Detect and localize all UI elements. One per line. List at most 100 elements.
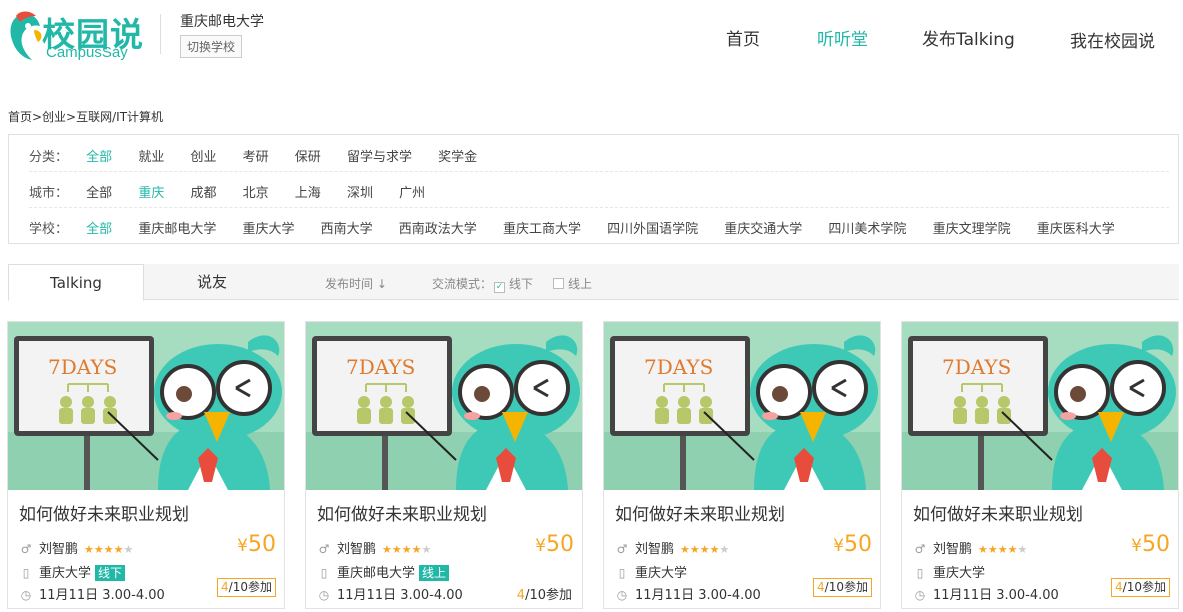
- star-icon: ★: [987, 543, 998, 556]
- filter-school-option[interactable]: 四川外国语学院: [607, 218, 698, 237]
- card-time-row: ◷ 11月11日 3.00-4.00: [913, 584, 1059, 603]
- online-checkbox[interactable]: 线上: [553, 275, 592, 292]
- card-school-row: ▯ 重庆大学 线下: [19, 562, 126, 581]
- tab-talking[interactable]: Talking: [8, 264, 144, 301]
- card-time: 11月11日 3.00-4.00: [337, 588, 463, 603]
- nav-my-campussay[interactable]: 我在校园说: [1070, 27, 1155, 52]
- card-price: ¥50: [833, 532, 872, 557]
- filter-category-option[interactable]: 保研: [295, 146, 321, 165]
- filter-school-option[interactable]: 重庆文理学院: [933, 218, 1011, 237]
- join-total: /10参加: [824, 580, 868, 594]
- star-icon: ★: [401, 543, 412, 556]
- filter-panel: 分类： 全部 就业 创业 考研 保研 留学与求学 奖学金 城市： 全部 重庆 成…: [8, 134, 1179, 244]
- card-title[interactable]: 如何做好未来职业规划: [615, 500, 785, 525]
- card-title[interactable]: 如何做好未来职业规划: [317, 500, 487, 525]
- join-count: 4/10参加: [1111, 578, 1170, 597]
- nav-listen-hall[interactable]: 听听堂: [817, 25, 868, 50]
- star-icon: ★: [709, 543, 720, 556]
- breadcrumb[interactable]: 首页>创业>互联网/IT计算机: [8, 108, 163, 125]
- nav-home[interactable]: 首页: [726, 25, 760, 50]
- online-label: 线上: [568, 277, 593, 291]
- clock-icon: ◷: [914, 588, 926, 602]
- offline-checkbox[interactable]: ✓ 线下: [494, 275, 533, 293]
- filter-school-label: 学校：: [29, 222, 69, 237]
- star-icon: ★: [84, 543, 94, 556]
- filter-category-option[interactable]: 奖学金: [438, 146, 477, 165]
- card-price: ¥50: [237, 532, 276, 557]
- filter-school-option[interactable]: 重庆医科大学: [1037, 218, 1115, 237]
- card-school: 重庆大学: [39, 566, 92, 581]
- currency-symbol: ¥: [833, 536, 844, 556]
- parrot-teacher-illustration: 7DAYS: [306, 322, 582, 490]
- filter-category-option[interactable]: 考研: [243, 146, 269, 165]
- filter-school-option[interactable]: 西南政法大学: [399, 218, 477, 237]
- card-school: 重庆邮电大学: [337, 566, 416, 581]
- talking-card[interactable]: 7DAYS 如何做好未来职业规划 ♂ 刘智鹏 ★★★★★: [603, 321, 881, 609]
- talking-card[interactable]: 7DAYS 如何做好未来职业规划 ♂ 刘智鹏 ★★★★★: [305, 321, 583, 609]
- star-icon: ★: [978, 543, 988, 556]
- filter-school-option[interactable]: 重庆交通大学: [724, 218, 802, 237]
- filter-school-option[interactable]: 西南大学: [321, 218, 373, 237]
- filter-city-option[interactable]: 成都: [190, 182, 216, 201]
- filter-school-option[interactable]: 全部: [86, 218, 112, 237]
- price-value: 50: [1142, 532, 1170, 557]
- join-total: /10参加: [525, 588, 572, 603]
- clock-icon: ◷: [20, 588, 32, 602]
- card-time-row: ◷ 11月11日 3.00-4.00: [317, 584, 463, 603]
- nav-publish-talking[interactable]: 发布Talking: [922, 25, 1015, 50]
- talking-card[interactable]: 7DAYS 如何做好未来职业规划 ♂ 刘智鹏 ★★★★★: [7, 321, 285, 609]
- current-school: 重庆邮电大学: [180, 14, 264, 30]
- card-author-row: ♂ 刘智鹏 ★★★★★: [19, 538, 134, 557]
- clock-icon: ◷: [318, 588, 330, 602]
- rating-stars: ★★★★★: [382, 543, 431, 556]
- filter-city-row: 城市： 全部 重庆 成都 北京 上海 深圳 广州: [29, 182, 447, 202]
- star-icon: ★: [123, 543, 134, 556]
- card-author[interactable]: 刘智鹏: [635, 542, 674, 557]
- filter-city-option[interactable]: 北京: [243, 182, 269, 201]
- card-author-row: ♂ 刘智鹏 ★★★★★: [615, 538, 730, 557]
- filter-school-option[interactable]: 重庆大学: [242, 218, 294, 237]
- card-price: ¥50: [535, 532, 574, 557]
- switch-school-button[interactable]: 切换学校: [180, 35, 243, 58]
- join-total: /10参加: [1122, 580, 1166, 594]
- card-author[interactable]: 刘智鹏: [39, 542, 78, 557]
- male-icon: ♂: [318, 542, 330, 556]
- tab-friends[interactable]: 说友: [144, 264, 280, 301]
- sort-by-time[interactable]: 发布时间 ↓: [325, 275, 387, 292]
- filter-city-option[interactable]: 上海: [295, 182, 321, 201]
- star-icon: ★: [680, 543, 690, 556]
- filter-city-option[interactable]: 深圳: [347, 182, 373, 201]
- filter-city-option[interactable]: 全部: [86, 182, 112, 201]
- filter-school-option[interactable]: 重庆邮电大学: [138, 218, 216, 237]
- checkbox-checked-icon: ✓: [494, 282, 505, 293]
- filter-category-option[interactable]: 就业: [138, 146, 164, 165]
- filter-school-option[interactable]: 重庆工商大学: [503, 218, 581, 237]
- filter-category-option[interactable]: 创业: [190, 146, 216, 165]
- star-icon: ★: [113, 543, 124, 556]
- joined-count: 4: [516, 588, 526, 603]
- card-title[interactable]: 如何做好未来职业规划: [913, 500, 1083, 525]
- campussay-logo[interactable]: 校园说 CampusSay: [6, 6, 146, 62]
- card-cover-image: 7DAYS: [8, 322, 284, 490]
- currency-symbol: ¥: [535, 536, 546, 556]
- checkbox-unchecked-icon: [553, 278, 564, 289]
- filter-category-option[interactable]: 全部: [86, 146, 112, 165]
- star-icon: ★: [689, 543, 700, 556]
- join-count: 4/10参加: [813, 578, 872, 597]
- card-author[interactable]: 刘智鹏: [933, 542, 972, 557]
- card-author[interactable]: 刘智鹏: [337, 542, 376, 557]
- card-title[interactable]: 如何做好未来职业规划: [19, 500, 189, 525]
- filter-city-option[interactable]: 广州: [399, 182, 425, 201]
- filter-city-option[interactable]: 重庆: [138, 182, 164, 201]
- card-school-row: ▯ 重庆邮电大学 线上: [317, 562, 450, 581]
- talking-card[interactable]: 7DAYS 如何做好未来职业规划 ♂ 刘智鹏 ★★★★★: [901, 321, 1179, 609]
- filter-school-option[interactable]: 四川美术学院: [828, 218, 906, 237]
- filter-divider: [29, 207, 1169, 208]
- svg-text:7DAYS: 7DAYS: [942, 355, 1011, 379]
- card-school-row: ▯ 重庆大学: [913, 562, 985, 581]
- filter-category-option[interactable]: 留学与求学: [347, 146, 412, 165]
- card-school: 重庆大学: [933, 566, 986, 581]
- parrot-teacher-illustration: 7DAYS: [902, 322, 1178, 490]
- card-cover-image: 7DAYS: [604, 322, 880, 490]
- card-time: 11月11日 3.00-4.00: [933, 588, 1059, 603]
